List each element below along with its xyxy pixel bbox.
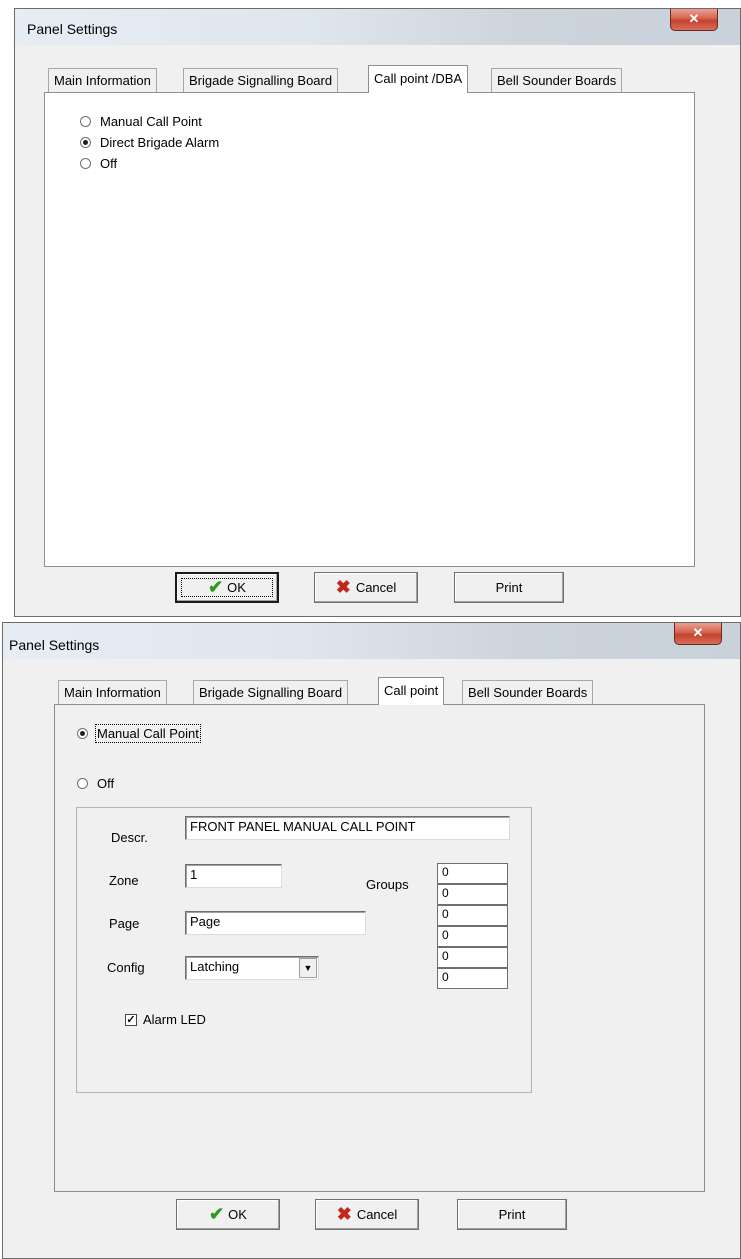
zone-field[interactable]: 1 bbox=[185, 864, 282, 888]
descr-field[interactable]: FRONT PANEL MANUAL CALL POINT bbox=[185, 816, 510, 840]
tab-main-information[interactable]: Main Information bbox=[48, 68, 157, 92]
title-bar[interactable]: Panel Settings ✕ bbox=[15, 9, 740, 45]
checkmark-icon: ✔ bbox=[209, 1204, 225, 1224]
tab-bell-sounder-boards[interactable]: Bell Sounder Boards bbox=[462, 680, 594, 704]
cancel-label: Cancel bbox=[355, 580, 397, 595]
print-button[interactable]: Print bbox=[454, 572, 564, 603]
tab-call-point[interactable]: Call point bbox=[378, 677, 445, 705]
focus-rect bbox=[181, 578, 273, 597]
tab-bell-sounder-boards[interactable]: Bell Sounder Boards bbox=[491, 68, 623, 92]
radio-button[interactable] bbox=[80, 137, 91, 148]
radio-label: Manual Call Point bbox=[95, 724, 201, 743]
config-value: Latching bbox=[190, 959, 240, 974]
title-bar[interactable]: Panel Settings ✕ bbox=[3, 623, 740, 659]
page-field[interactable]: Page bbox=[185, 911, 366, 935]
group-field-1[interactable]: 0 bbox=[437, 863, 508, 884]
cancel-button[interactable]: ✖ Cancel bbox=[314, 572, 418, 603]
page-label: Page bbox=[109, 916, 140, 931]
radio-label: Direct Brigade Alarm bbox=[100, 135, 220, 150]
tab-panel-call-point-dba: Manual Call Point Direct Brigade Alarm O… bbox=[44, 92, 695, 567]
group-field-2[interactable]: 0 bbox=[437, 884, 508, 905]
group-field-5[interactable]: 0 bbox=[437, 947, 508, 968]
cancel-label: Cancel bbox=[356, 1207, 398, 1222]
descr-label: Descr. bbox=[111, 830, 148, 845]
radio-manual-call-point[interactable]: Manual Call Point bbox=[77, 724, 201, 743]
dialog-client-area: Main Information Brigade Signalling Boar… bbox=[23, 45, 732, 608]
tab-main-information[interactable]: Main Information bbox=[58, 680, 167, 704]
print-button[interactable]: Print bbox=[457, 1199, 567, 1230]
ok-button[interactable]: ✔ OK bbox=[176, 1199, 280, 1230]
dialog-client-area: Main Information Brigade Signalling Boar… bbox=[11, 659, 732, 1250]
group-field-4[interactable]: 0 bbox=[437, 926, 508, 947]
radio-off[interactable]: Off bbox=[80, 156, 117, 171]
config-label: Config bbox=[107, 960, 145, 975]
x-icon: ✖ bbox=[335, 577, 351, 597]
radio-button[interactable] bbox=[80, 158, 91, 169]
window-title: Panel Settings bbox=[9, 637, 100, 653]
call-point-settings-group: Descr. FRONT PANEL MANUAL CALL POINT Zon… bbox=[76, 807, 532, 1093]
ok-label: OK bbox=[228, 1207, 247, 1222]
radio-off[interactable]: Off bbox=[77, 776, 114, 791]
alarm-led-label: Alarm LED bbox=[143, 1012, 206, 1027]
radio-manual-call-point[interactable]: Manual Call Point bbox=[80, 114, 202, 129]
ok-button[interactable]: ✔ OK bbox=[175, 572, 279, 603]
checkbox[interactable]: ✓ bbox=[125, 1013, 137, 1026]
radio-button[interactable] bbox=[77, 778, 88, 789]
config-dropdown[interactable]: Latching ▼ bbox=[185, 956, 319, 980]
tab-panel-call-point: Manual Call Point Off Descr. FRONT PANEL… bbox=[54, 704, 705, 1192]
print-label: Print bbox=[498, 1207, 526, 1222]
tab-brigade-signalling-board[interactable]: Brigade Signalling Board bbox=[183, 68, 339, 92]
window-title: Panel Settings bbox=[27, 21, 118, 37]
radio-label: Off bbox=[97, 776, 115, 791]
close-button[interactable]: ✕ bbox=[670, 9, 718, 31]
print-label: Print bbox=[495, 580, 523, 595]
groups-label: Groups bbox=[366, 877, 409, 892]
cancel-button[interactable]: ✖ Cancel bbox=[315, 1199, 419, 1230]
radio-label: Manual Call Point bbox=[100, 114, 202, 129]
chevron-down-icon[interactable]: ▼ bbox=[299, 958, 317, 978]
radio-button[interactable] bbox=[80, 116, 91, 127]
alarm-led-checkbox[interactable]: ✓ Alarm LED bbox=[125, 1012, 206, 1027]
close-button[interactable]: ✕ bbox=[674, 623, 722, 645]
groups-list: 0 0 0 0 0 0 bbox=[437, 863, 508, 989]
group-field-3[interactable]: 0 bbox=[437, 905, 508, 926]
group-field-6[interactable]: 0 bbox=[437, 968, 508, 989]
tab-call-point-dba[interactable]: Call point /DBA bbox=[368, 65, 469, 93]
radio-label: Off bbox=[100, 156, 118, 171]
panel-settings-dialog-call-point: Panel Settings ✕ Main Information Brigad… bbox=[2, 622, 741, 1259]
panel-settings-dialog-dba: Panel Settings ✕ Main Information Brigad… bbox=[14, 8, 741, 617]
zone-label: Zone bbox=[109, 873, 139, 888]
radio-button[interactable] bbox=[77, 728, 88, 739]
radio-direct-brigade-alarm[interactable]: Direct Brigade Alarm bbox=[80, 135, 219, 150]
tab-brigade-signalling-board[interactable]: Brigade Signalling Board bbox=[193, 680, 349, 704]
x-icon: ✖ bbox=[336, 1204, 352, 1224]
